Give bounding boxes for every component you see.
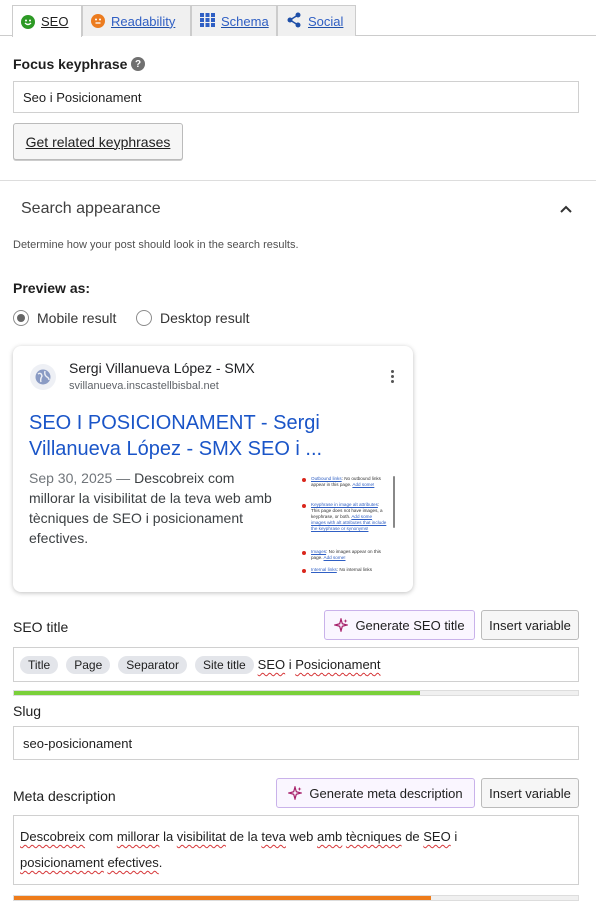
preview-date-separator: — bbox=[112, 470, 135, 486]
sparkle-icon bbox=[288, 786, 303, 800]
focus-keyphrase-input[interactable]: Seo i Posicionament bbox=[13, 81, 579, 113]
tab-schema-label: Schema bbox=[221, 13, 269, 29]
seo-title-progress-fill bbox=[14, 691, 421, 695]
meta-description-line: posicionament efectives. bbox=[20, 855, 163, 870]
variable-pill-separator[interactable]: Separator bbox=[118, 655, 187, 674]
preview-site-url: svillanueva.inscastellbisbal.net bbox=[69, 380, 219, 392]
section-divider bbox=[0, 180, 596, 181]
insert-variable-button[interactable]: Insert variable bbox=[481, 610, 579, 640]
smiley-good-icon bbox=[21, 14, 35, 29]
variable-pill-page[interactable]: Page bbox=[66, 655, 111, 674]
mobile-result-radio[interactable]: Mobile result bbox=[13, 310, 116, 326]
metabox-tabs: SEO Readability Schema Social bbox=[0, 0, 596, 37]
search-appearance-description: Determine how your post should look in t… bbox=[13, 239, 299, 251]
seo-title-editor[interactable]: Title Page Separator Site title SEO i Po… bbox=[13, 647, 579, 682]
tab-social-label: Social bbox=[308, 13, 344, 29]
search-appearance-title[interactable]: Search appearance bbox=[21, 200, 161, 218]
variable-pill-site-title[interactable]: Site title bbox=[194, 655, 254, 674]
globe-icon bbox=[30, 364, 56, 390]
more-options-icon[interactable] bbox=[391, 370, 395, 383]
get-related-keyphrases-button[interactable]: Get related keyphrases bbox=[13, 123, 183, 160]
meta-description-progress bbox=[13, 895, 579, 901]
help-icon[interactable]: ? bbox=[131, 57, 145, 71]
tab-social[interactable]: Social bbox=[277, 5, 356, 36]
tab-seo[interactable]: SEO bbox=[12, 5, 82, 37]
focus-keyphrase-label: Focus keyphrase bbox=[13, 56, 128, 72]
tab-readability-label: Readability bbox=[111, 13, 176, 29]
share-icon bbox=[286, 12, 302, 31]
chevron-up-icon[interactable] bbox=[559, 202, 573, 216]
thumbnail-line: Internal links: No internal links bbox=[311, 567, 373, 572]
meta-description-progress-fill bbox=[14, 896, 432, 900]
grid-icon bbox=[200, 12, 215, 30]
seo-title-label: SEO title bbox=[13, 619, 69, 635]
tab-seo-label: SEO bbox=[41, 14, 69, 29]
preview-title[interactable]: SEO I POSICIONAMENT - Sergi Villanueva L… bbox=[29, 410, 339, 462]
insert-variable-button[interactable]: Insert variable bbox=[481, 778, 579, 808]
slug-label: Slug bbox=[13, 703, 42, 719]
thumbnail-line: Keyphrase in image alt attributes: This … bbox=[311, 502, 387, 531]
thumbnail-line: Images: No images appear on this page. A… bbox=[311, 549, 381, 560]
mobile-result-label: Mobile result bbox=[37, 310, 117, 326]
preview-site-name: Sergi Villanueva López - SMX bbox=[69, 360, 255, 376]
generate-seo-title-button[interactable]: Generate SEO title bbox=[324, 610, 475, 640]
generate-seo-title-label: Generate SEO title bbox=[355, 617, 465, 633]
thumbnail-scrollbar bbox=[393, 476, 395, 528]
sparkle-icon bbox=[334, 618, 349, 632]
preview-date: Sep 30, 2025 bbox=[29, 470, 113, 486]
meta-description-editor[interactable]: Descobreix com millorar la visibilitat d… bbox=[13, 815, 579, 885]
preview-thumbnail: Outbound links: No outbound links appear… bbox=[299, 474, 397, 577]
preview-as-label: Preview as: bbox=[13, 280, 91, 296]
radio-circle bbox=[13, 310, 29, 326]
seo-title-progress bbox=[13, 690, 579, 696]
desktop-result-label: Desktop result bbox=[160, 310, 250, 326]
tab-readability[interactable]: Readability bbox=[82, 5, 191, 36]
thumbnail-line: Outbound links: No outbound links appear… bbox=[311, 476, 381, 487]
tab-schema[interactable]: Schema bbox=[191, 5, 277, 36]
slug-input[interactable]: seo-posicionament bbox=[13, 726, 579, 760]
seo-title-text: SEO i Posicionament bbox=[257, 657, 381, 672]
generate-meta-description-button[interactable]: Generate meta description bbox=[276, 778, 475, 808]
meta-description-line: Descobreix com millorar la visibilitat d… bbox=[20, 829, 458, 844]
desktop-result-radio[interactable]: Desktop result bbox=[136, 310, 249, 326]
serp-preview-card: Sergi Villanueva López - SMX svillanueva… bbox=[13, 346, 413, 592]
variable-pill-title[interactable]: Title bbox=[20, 655, 59, 674]
generate-meta-description-label: Generate meta description bbox=[309, 785, 463, 801]
meta-description-label: Meta description bbox=[13, 788, 116, 804]
preview-description-block: Sep 30, 2025 — Descobreix com millorar l… bbox=[29, 468, 279, 548]
smiley-ok-icon bbox=[91, 14, 105, 28]
radio-circle bbox=[136, 310, 152, 326]
